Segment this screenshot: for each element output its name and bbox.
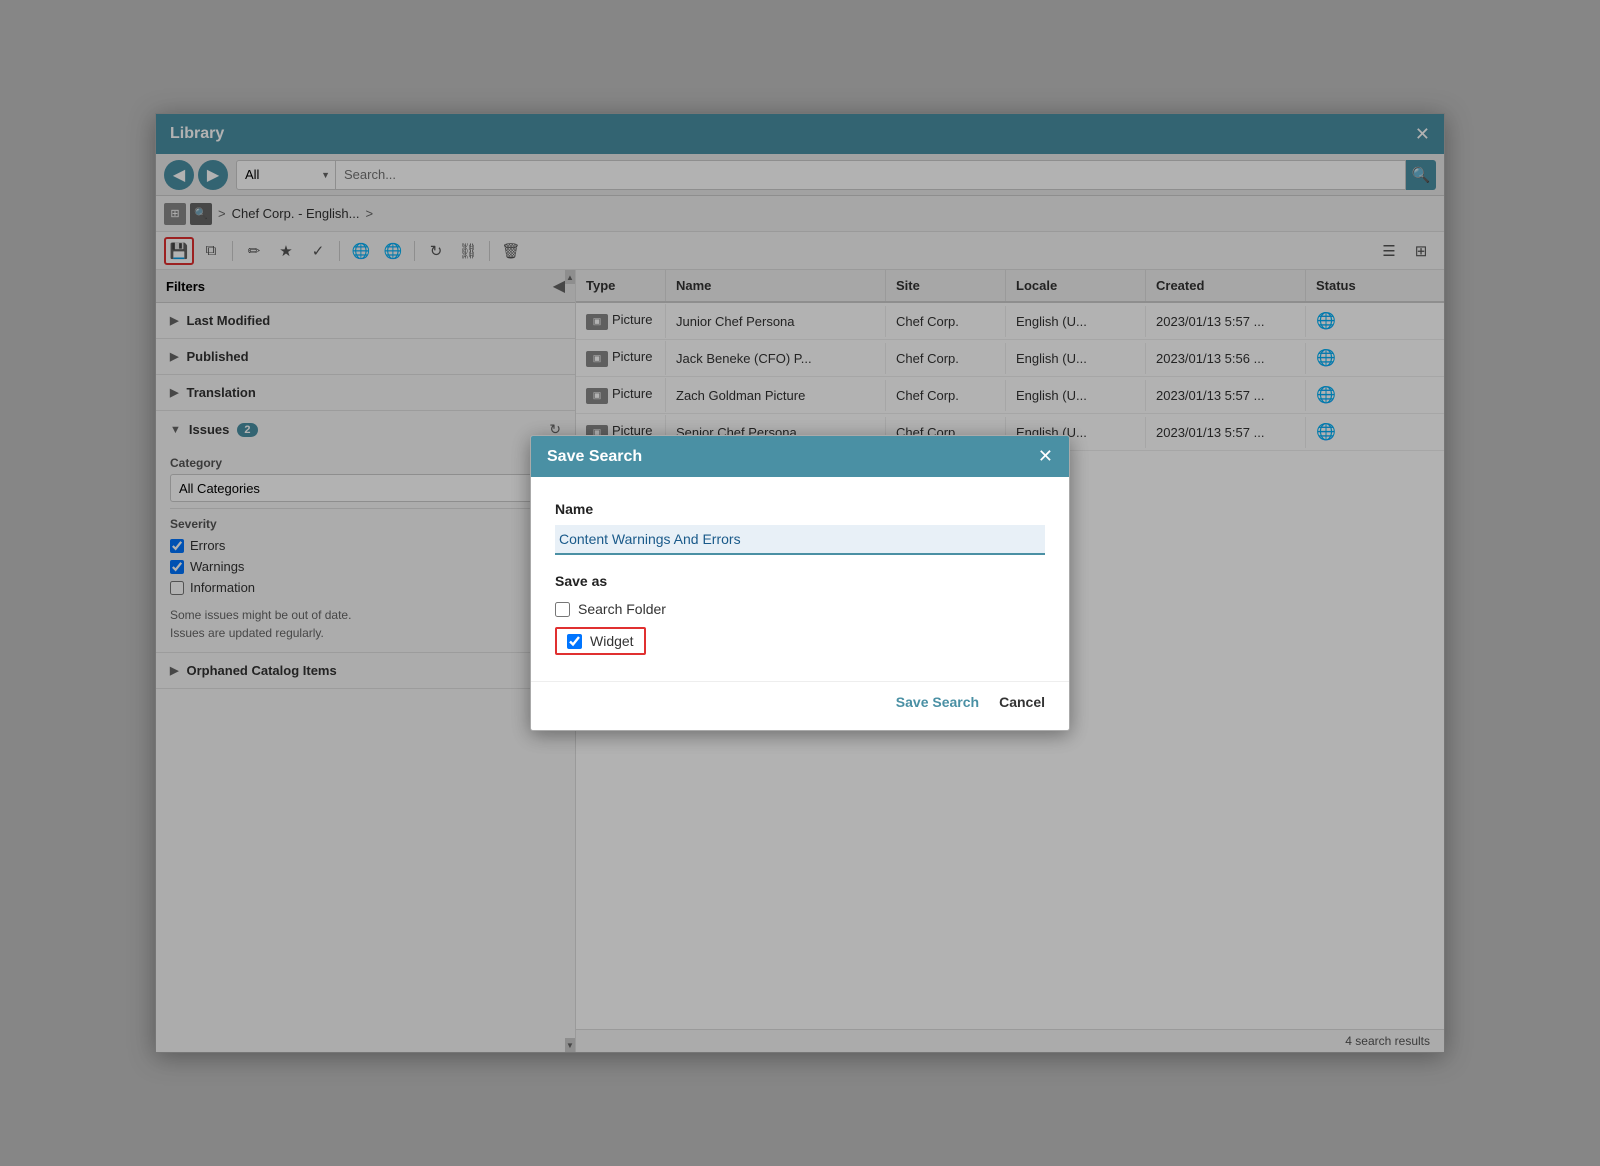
widget-row: Widget xyxy=(555,627,1045,655)
cancel-button[interactable]: Cancel xyxy=(999,694,1045,710)
modal-title-bar: Save Search ✕ xyxy=(531,436,1069,477)
modal-close-button[interactable]: ✕ xyxy=(1038,446,1053,467)
name-field-label: Name xyxy=(555,501,1045,517)
name-input[interactable] xyxy=(555,525,1045,555)
modal-title: Save Search xyxy=(547,448,642,466)
save-search-modal: Save Search ✕ Name Save as Search Folder… xyxy=(530,435,1070,731)
search-folder-checkbox[interactable] xyxy=(555,602,570,617)
modal-footer: Save Search Cancel xyxy=(531,681,1069,730)
widget-label: Widget xyxy=(590,633,634,649)
save-as-label: Save as xyxy=(555,573,1045,589)
save-search-button[interactable]: Save Search xyxy=(896,694,979,710)
search-folder-label: Search Folder xyxy=(578,601,666,617)
widget-checkbox[interactable] xyxy=(567,634,582,649)
search-folder-row: Search Folder xyxy=(555,601,1045,617)
widget-highlight: Widget xyxy=(555,627,646,655)
modal-body: Name Save as Search Folder Widget xyxy=(531,477,1069,681)
modal-overlay: Save Search ✕ Name Save as Search Folder… xyxy=(0,0,1600,1166)
